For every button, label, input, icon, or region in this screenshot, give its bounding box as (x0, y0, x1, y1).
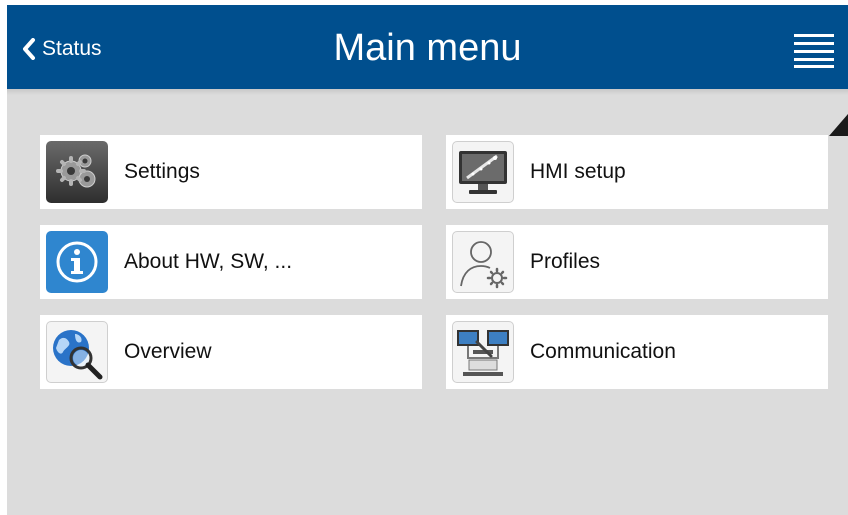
menu-item-overview[interactable]: Overview (40, 315, 422, 389)
menu-item-label: Profiles (530, 250, 601, 273)
menu-item-label: Communication (530, 340, 676, 363)
menu-item-communication[interactable]: Communication (446, 315, 828, 389)
globe-magnifier-icon (46, 321, 108, 383)
menu-item-label: HMI setup (530, 160, 626, 183)
menu-item-profiles[interactable]: Profiles (446, 225, 828, 299)
menu-item-label: Settings (124, 160, 200, 183)
menu-item-label: Overview (124, 340, 212, 363)
hamburger-menu-button[interactable] (794, 32, 834, 68)
header-shadow (7, 89, 848, 95)
network-computers-icon (452, 321, 514, 383)
header-bar: Status Main menu (7, 5, 848, 89)
settings-gears-icon (46, 141, 108, 203)
page-title: Main menu (333, 27, 522, 69)
main-menu-screen: Status Main menu Settings HMI setup Abou… (7, 5, 848, 515)
hmi-monitor-icon (452, 141, 514, 203)
menu-item-hmi-setup[interactable]: HMI setup (446, 135, 828, 209)
info-icon (46, 231, 108, 293)
profile-user-gear-icon (452, 231, 514, 293)
menu-item-settings[interactable]: Settings (40, 135, 422, 209)
menu-item-label: About HW, SW, ... (124, 250, 293, 273)
corner-arrow-mark (829, 114, 848, 136)
menu-item-about[interactable]: About HW, SW, ... (40, 225, 422, 299)
